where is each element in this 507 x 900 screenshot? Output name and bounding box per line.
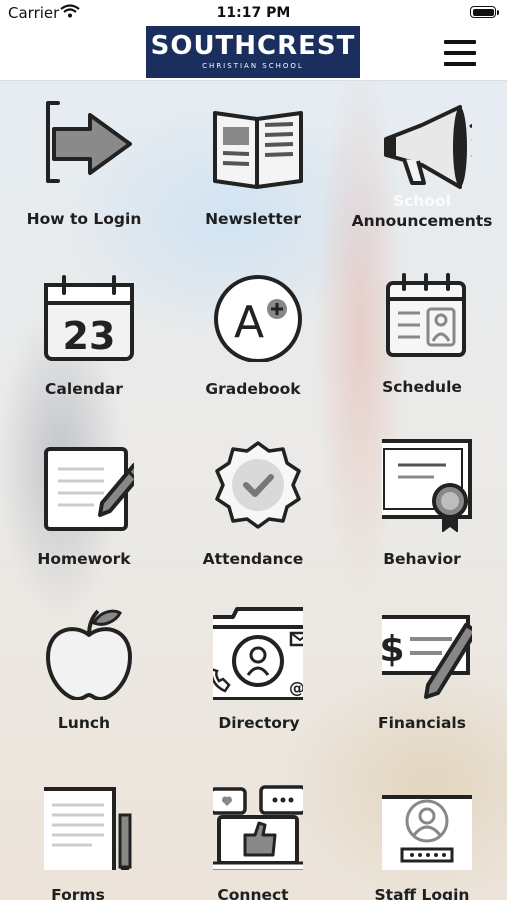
tile-label: Gradebook: [205, 380, 301, 398]
tile-connect[interactable]: Connect: [169, 759, 337, 900]
tile-behavior[interactable]: Behavior: [338, 421, 506, 597]
tile-how-to-login[interactable]: How to Login: [0, 81, 168, 257]
dollar-text: $: [382, 629, 405, 670]
tile-gradebook[interactable]: A Gradebook: [169, 251, 337, 427]
forms-icon: [44, 775, 134, 870]
tile-attendance[interactable]: Attendance: [169, 421, 337, 597]
logo-title: SOUTHCREST: [150, 31, 356, 61]
tile-label: Directory: [218, 714, 300, 732]
tile-staff-login[interactable]: Staff Login: [338, 759, 506, 900]
tile-directory[interactable]: @ Directory: [169, 589, 337, 765]
grade-text: A: [234, 297, 264, 348]
tile-label: Calendar: [45, 380, 123, 398]
status-time: 11:17 PM: [216, 5, 291, 21]
svg-text:@: @: [289, 678, 303, 697]
connect-icon: [213, 775, 303, 870]
tile-label: How to Login: [26, 210, 142, 228]
tile-label: Connect: [217, 886, 289, 900]
megaphone-icon: [382, 97, 472, 192]
tile-calendar[interactable]: 23 Calendar: [0, 251, 168, 427]
tile-label: Attendance: [202, 550, 304, 568]
tile-label-line1: School: [393, 192, 451, 210]
tile-school-announcements[interactable]: School Announcements: [338, 81, 506, 257]
tile-label: Lunch: [57, 714, 111, 732]
status-bar: Carrier 11:17 PM: [0, 0, 507, 26]
tile-label: Financials: [378, 714, 466, 732]
calendar-day-text: 23: [63, 314, 116, 358]
tile-newsletter[interactable]: Newsletter: [169, 81, 337, 257]
tile-label: Behavior: [383, 550, 461, 568]
calendar-icon: 23: [44, 267, 134, 362]
grade-a-plus-icon: A: [213, 267, 303, 362]
tile-label: Forms: [51, 886, 105, 900]
attendance-badge-icon: [213, 437, 303, 532]
staff-login-icon: [382, 775, 472, 870]
directory-icon: @: [213, 605, 303, 700]
tile-label-line2: Announcements: [351, 212, 493, 230]
tile-schedule[interactable]: Schedule: [338, 251, 506, 427]
login-arrow-icon: [44, 97, 134, 192]
logo-subtitle: CHRISTIAN SCHOOL: [202, 62, 304, 70]
homework-icon: [44, 437, 134, 532]
apple-icon: [44, 605, 134, 700]
tile-homework[interactable]: Homework: [0, 421, 168, 597]
tile-forms[interactable]: Forms: [0, 759, 168, 900]
tile-grid: How to Login Newsletter School Announcem…: [0, 81, 507, 900]
tile-label: Homework: [37, 550, 131, 568]
tile-lunch[interactable]: Lunch: [0, 589, 168, 765]
tile-label: Newsletter: [205, 210, 301, 228]
battery-icon: [470, 6, 496, 18]
tile-label: Schedule: [382, 378, 462, 396]
school-logo[interactable]: SOUTHCREST CHRISTIAN SCHOOL: [146, 26, 360, 78]
tile-financials[interactable]: $ Financials: [338, 589, 506, 765]
hamburger-menu-icon[interactable]: [444, 40, 478, 66]
tile-label: Staff Login: [374, 886, 470, 900]
check-pen-icon: $: [382, 605, 472, 700]
certificate-icon: [382, 437, 472, 532]
schedule-icon: [382, 267, 472, 362]
nav-bar: SOUTHCREST CHRISTIAN SCHOOL: [0, 26, 507, 81]
newsletter-icon: [213, 97, 303, 192]
